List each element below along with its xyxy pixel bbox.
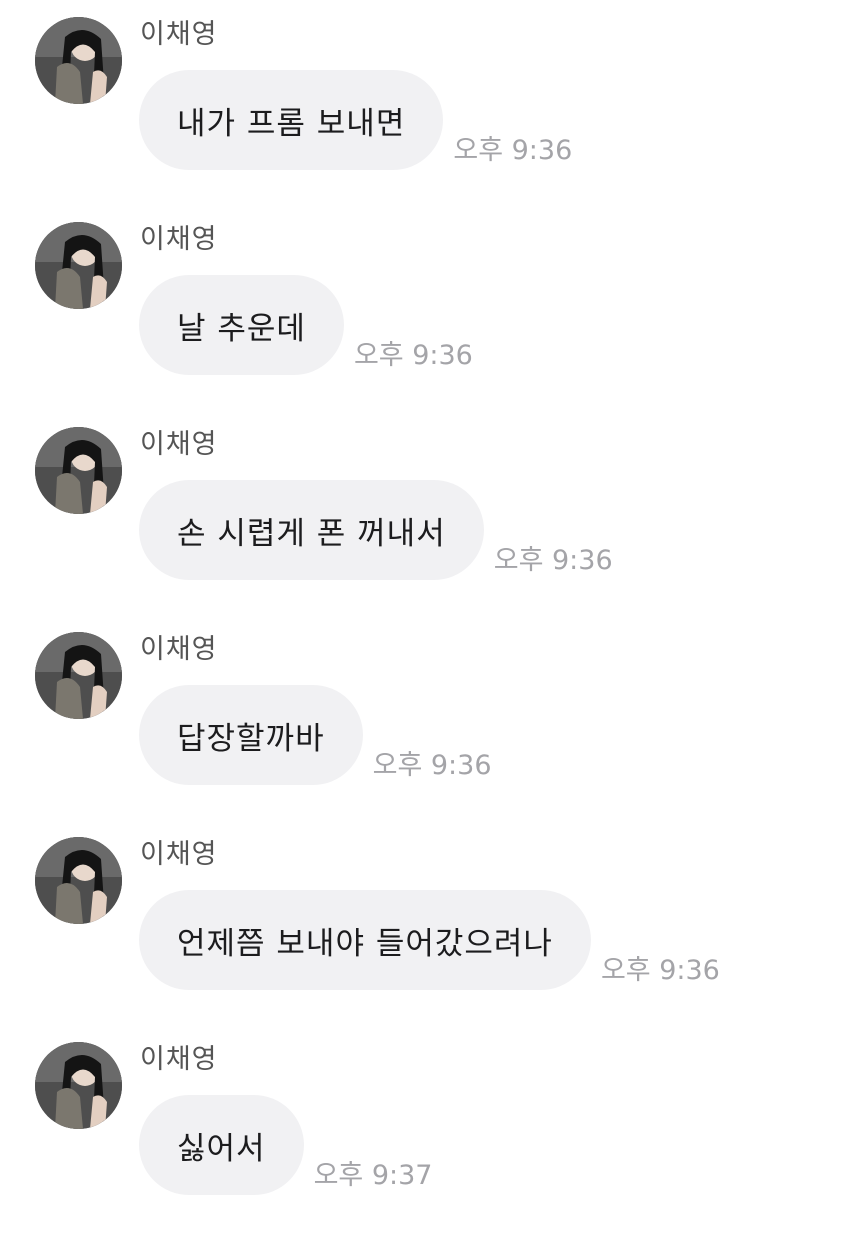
message-timestamp: 오후 9:36 [493, 545, 613, 576]
sender-name: 이채영 [140, 429, 218, 460]
message-group: 이채영 손 시렵게 폰 꺼내서 오후 9:36 [0, 424, 857, 629]
avatar[interactable] [35, 17, 122, 104]
avatar[interactable] [35, 1042, 122, 1129]
avatar[interactable] [35, 222, 122, 309]
sender-name: 이채영 [140, 634, 218, 665]
message-bubble[interactable]: 싫어서 [139, 1095, 304, 1195]
avatar[interactable] [35, 632, 122, 719]
message-bubble[interactable]: 언제쯤 보내야 들어갔으려나 [139, 890, 591, 990]
avatar[interactable] [35, 427, 122, 514]
message-bubble[interactable]: 답장할까바 [139, 685, 363, 785]
message-group: 이채영 내가 프롬 보내면 오후 9:36 [0, 14, 857, 219]
message-group: 이채영 날 추운데 오후 9:36 [0, 219, 857, 424]
sender-name: 이채영 [140, 19, 218, 50]
message-bubble[interactable]: 손 시렵게 폰 꺼내서 [139, 480, 484, 580]
sender-name: 이채영 [140, 1044, 218, 1075]
message-timestamp: 오후 9:36 [372, 750, 492, 781]
message-bubble[interactable]: 날 추운데 [139, 275, 344, 375]
message-group: 이채영 답장할까바 오후 9:36 [0, 629, 857, 834]
avatar[interactable] [35, 837, 122, 924]
message-bubble[interactable]: 내가 프롬 보내면 [139, 70, 444, 170]
message-timestamp: 오후 9:36 [600, 955, 720, 986]
message-group: 이채영 싫어서 오후 9:37 [0, 1039, 857, 1244]
message-timestamp: 오후 9:36 [353, 340, 473, 371]
message-group: 이채영 언제쯤 보내야 들어갔으려나 오후 9:36 [0, 834, 857, 1039]
message-timestamp: 오후 9:37 [313, 1160, 433, 1191]
message-timestamp: 오후 9:36 [453, 135, 573, 166]
sender-name: 이채영 [140, 224, 218, 255]
sender-name: 이채영 [140, 839, 218, 870]
